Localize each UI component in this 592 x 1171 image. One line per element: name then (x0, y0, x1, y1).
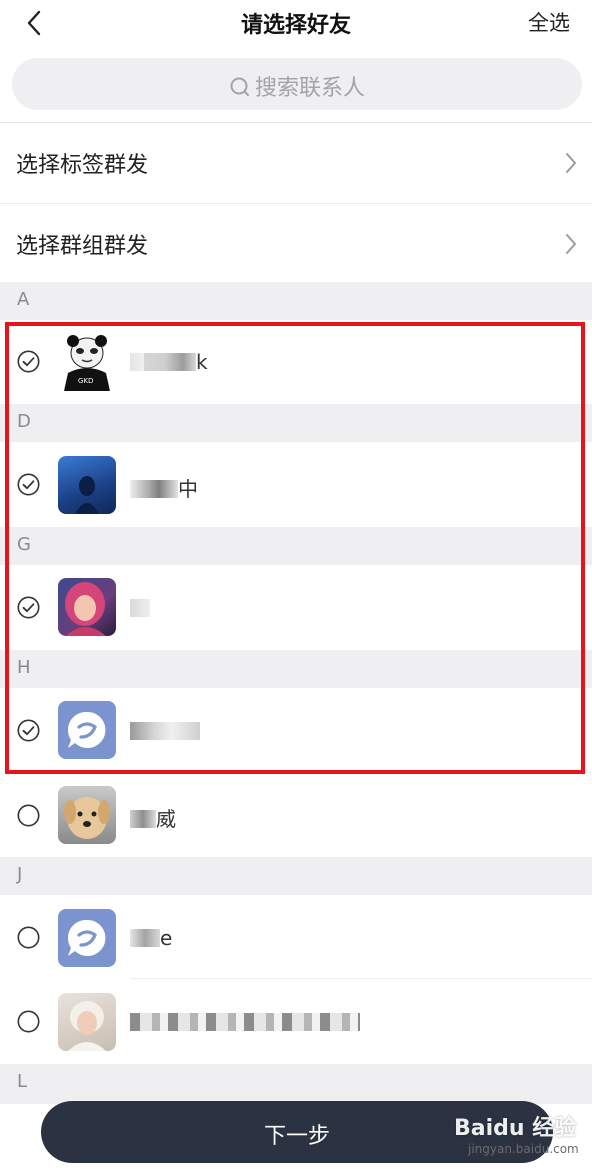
search-icon (230, 77, 249, 96)
puppy-avatar (58, 786, 116, 844)
contact-row[interactable]: 威 (0, 774, 592, 856)
contact-name: e (130, 926, 172, 950)
contact-name (130, 719, 200, 743)
watermark-url: jingyan.baidu.com (468, 1142, 579, 1156)
page-title: 请选择好友 (240, 13, 351, 38)
section-header-g: G (0, 527, 592, 565)
section-letter: J (17, 864, 23, 885)
menu-label: 选择标签群发 (16, 153, 149, 178)
search-placeholder: 搜索联系人 (254, 76, 365, 101)
section-letter: A (17, 289, 30, 310)
contact-row[interactable]: GKD k (0, 320, 592, 404)
chevron-right-icon (566, 153, 576, 173)
search-bar[interactable]: 搜索联系人 (12, 58, 582, 110)
contact-row[interactable] (0, 565, 592, 650)
section-header-l: L (0, 1064, 592, 1104)
contact-name: k (130, 350, 208, 374)
section-header-j: J (0, 857, 592, 895)
section-letter: D (17, 411, 31, 432)
contact-name: 中 (130, 473, 198, 502)
pink-hair-girl-avatar (58, 578, 116, 636)
chevron-right-icon (566, 234, 576, 254)
watermark-brand: Baidu 经验 (454, 1116, 577, 1141)
section-letter: L (17, 1071, 28, 1092)
contact-row[interactable] (0, 688, 592, 773)
chat-app-logo-avatar (58, 909, 116, 967)
contact-name-visible: 中 (178, 477, 198, 501)
unchecked-circle-icon[interactable] (17, 926, 40, 949)
contact-row[interactable]: e (0, 895, 592, 979)
contact-name: 威 (130, 803, 176, 832)
contact-name-visible: k (196, 350, 208, 374)
section-header-h: H (0, 650, 592, 688)
blurred-name-part (130, 722, 200, 740)
contact-row[interactable]: 中 (0, 442, 592, 526)
contact-name (130, 1010, 360, 1034)
select-all-button[interactable]: 全选 (528, 7, 570, 37)
section-letter: G (17, 534, 31, 555)
unchecked-circle-icon[interactable] (17, 804, 40, 827)
blurred-name-part (130, 480, 178, 498)
blurred-name-part (130, 929, 160, 947)
contact-name (130, 596, 150, 620)
menu-select-by-tag[interactable]: 选择标签群发 (0, 123, 592, 203)
menu-label: 选择群组群发 (16, 234, 149, 259)
blurred-name-part (130, 353, 144, 371)
baidu-watermark: Baidu 经验 jingyan.baidu.com (454, 1108, 584, 1166)
contact-row[interactable] (0, 979, 592, 1063)
checked-circle-icon[interactable] (17, 719, 40, 742)
blurred-name-part (144, 353, 196, 371)
blurred-name-part (130, 599, 150, 617)
chat-app-logo-avatar (58, 701, 116, 759)
menu-select-by-group[interactable]: 选择群组群发 (0, 204, 592, 284)
panda-meme-avatar: GKD (58, 333, 116, 391)
blue-photo-avatar (58, 456, 116, 514)
search-placeholder-row: 搜索联系人 (12, 70, 582, 102)
contact-name-visible: e (160, 926, 173, 950)
section-header-a: A (0, 282, 592, 320)
unchecked-circle-icon[interactable] (17, 1010, 40, 1033)
blurred-name-part (130, 1013, 360, 1031)
avatar-shirt-text: GKD (78, 377, 93, 385)
blurred-name-part (130, 810, 156, 828)
section-header-d: D (0, 404, 592, 442)
checked-circle-icon[interactable] (17, 596, 40, 619)
nav-bar: 请选择好友 全选 (0, 0, 592, 46)
checked-circle-icon[interactable] (17, 350, 40, 373)
girl-portrait-avatar (58, 993, 116, 1051)
section-letter: H (17, 657, 31, 678)
checked-circle-icon[interactable] (17, 473, 40, 496)
contact-name-visible: 威 (156, 807, 176, 831)
divider (130, 772, 592, 773)
